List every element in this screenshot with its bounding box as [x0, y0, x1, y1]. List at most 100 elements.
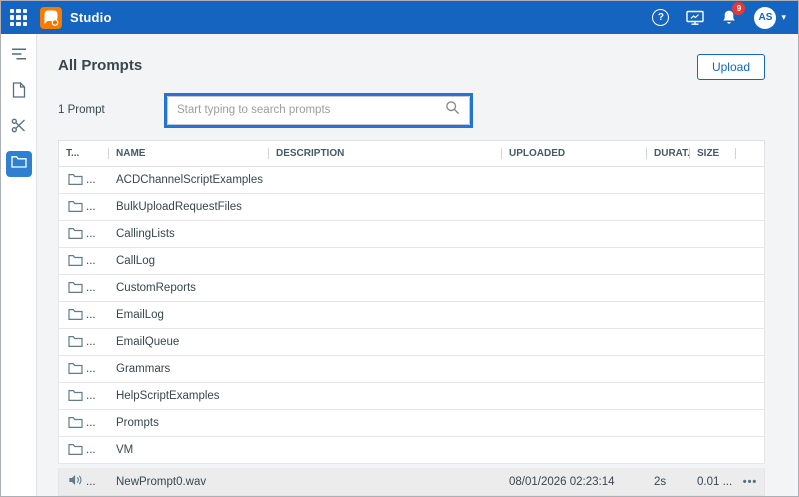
column-header-duration[interactable]: DURAT... [647, 141, 690, 166]
column-header-actions [736, 141, 764, 166]
row-name: EmailLog [109, 302, 269, 328]
column-header-size[interactable]: SIZE [690, 141, 736, 166]
app-launcher-icon[interactable] [10, 9, 27, 26]
row-description [269, 356, 502, 382]
row-type-cell: ... [59, 383, 109, 409]
row-size [690, 221, 736, 247]
top-bar: Studio ? 9 AS ▾ [1, 1, 798, 34]
notifications-bell-icon[interactable]: 9 [721, 9, 737, 26]
row-name: HelpScriptExamples [109, 383, 269, 409]
row-type-text: ... [86, 417, 96, 429]
row-size [690, 302, 736, 328]
row-actions [736, 356, 764, 382]
row-name: CallingLists [109, 221, 269, 247]
row-uploaded [502, 410, 647, 436]
sidebar-item-scripts[interactable] [6, 43, 32, 69]
scissors-icon [11, 118, 26, 138]
table-row[interactable]: ... ACDChannelScriptExamples [58, 167, 765, 194]
row-size [690, 248, 736, 274]
row-type-text: ... [86, 444, 96, 456]
row-type-cell: ... [59, 329, 109, 355]
prompts-table: T... NAME DESCRIPTION UPLOADED DURAT... … [58, 140, 765, 496]
app-body: All Prompts Upload 1 Prompt [1, 34, 798, 496]
folder-icon [68, 281, 83, 296]
page-title: All Prompts [58, 54, 142, 74]
row-actions [736, 194, 764, 220]
row-size [690, 194, 736, 220]
user-menu[interactable]: AS ▾ [754, 7, 786, 29]
row-actions [736, 221, 764, 247]
row-description [269, 275, 502, 301]
help-icon[interactable]: ? [652, 9, 669, 26]
row-description [269, 302, 502, 328]
row-type-text: ... [86, 390, 96, 402]
row-name: Grammars [109, 356, 269, 382]
table-row[interactable]: ... EmailLog [58, 302, 765, 329]
row-size [690, 356, 736, 382]
table-row[interactable]: ... CallingLists [58, 221, 765, 248]
toolbar: 1 Prompt [58, 92, 765, 128]
search-icon[interactable] [445, 100, 460, 120]
row-uploaded [502, 302, 647, 328]
app-window: Studio ? 9 AS ▾ [0, 0, 799, 497]
row-size [690, 167, 736, 193]
row-duration [647, 194, 690, 220]
row-type-text: ... [86, 255, 96, 267]
table-row[interactable]: ... EmailQueue [58, 329, 765, 356]
row-duration [647, 383, 690, 409]
row-type-text: ... [86, 282, 96, 294]
table-row[interactable]: ... CallLog [58, 248, 765, 275]
table-row[interactable]: ... CustomReports [58, 275, 765, 302]
row-uploaded [502, 221, 647, 247]
row-name: NewPrompt0.wav [109, 468, 269, 495]
row-name: BulkUploadRequestFiles [109, 194, 269, 220]
table-row[interactable]: ... Grammars [58, 356, 765, 383]
row-options-menu-button[interactable]: ••• [736, 468, 764, 495]
table-row[interactable]: ... BulkUploadRequestFiles [58, 194, 765, 221]
script-lines-icon [11, 47, 27, 66]
row-type-cell: ... [59, 468, 109, 495]
row-duration: 2s [647, 468, 690, 495]
table-row[interactable]: ... VM [58, 437, 765, 464]
row-type-text: ... [86, 363, 96, 375]
app-title: Studio [70, 10, 112, 25]
row-name: ACDChannelScriptExamples [109, 167, 269, 193]
row-duration [647, 221, 690, 247]
sidebar-item-browse-files[interactable] [6, 151, 32, 177]
row-type-cell: ... [59, 221, 109, 247]
row-size [690, 329, 736, 355]
table-row[interactable]: ... Prompts [58, 410, 765, 437]
avatar: AS [754, 7, 776, 29]
table-row[interactable]: ... HelpScriptExamples [58, 383, 765, 410]
row-size: 0.01 ... [690, 468, 736, 495]
column-header-name[interactable]: NAME [109, 141, 269, 166]
row-description [269, 194, 502, 220]
row-actions [736, 329, 764, 355]
row-description [269, 383, 502, 409]
folder-icon [68, 443, 83, 458]
column-header-type[interactable]: T... [59, 141, 109, 166]
row-duration [647, 248, 690, 274]
prompt-count-label: 1 Prompt [58, 104, 164, 116]
search-input[interactable] [177, 104, 445, 116]
folder-icon [68, 173, 83, 188]
column-header-uploaded[interactable]: UPLOADED [502, 141, 647, 166]
column-header-description[interactable]: DESCRIPTION [269, 141, 502, 166]
folder-icon [68, 362, 83, 377]
studio-logo-icon [40, 7, 62, 29]
row-type-cell: ... [59, 248, 109, 274]
table-row-selected[interactable]: ... NewPrompt0.wav 08/01/2026 02:23:14 2… [58, 468, 765, 496]
row-description [269, 410, 502, 436]
table-header-row: T... NAME DESCRIPTION UPLOADED DURAT... … [58, 140, 765, 167]
folder-icon [68, 227, 83, 242]
row-type-text: ... [86, 201, 96, 213]
upload-button[interactable]: Upload [697, 54, 765, 80]
row-actions [736, 167, 764, 193]
row-type-text: ... [86, 174, 96, 186]
sidebar-item-documents[interactable] [6, 79, 32, 105]
row-type-text: ... [86, 476, 96, 488]
sidebar-item-snippets[interactable] [6, 115, 32, 141]
row-name: CustomReports [109, 275, 269, 301]
row-type-cell: ... [59, 302, 109, 328]
screen-monitor-icon[interactable] [686, 10, 704, 26]
